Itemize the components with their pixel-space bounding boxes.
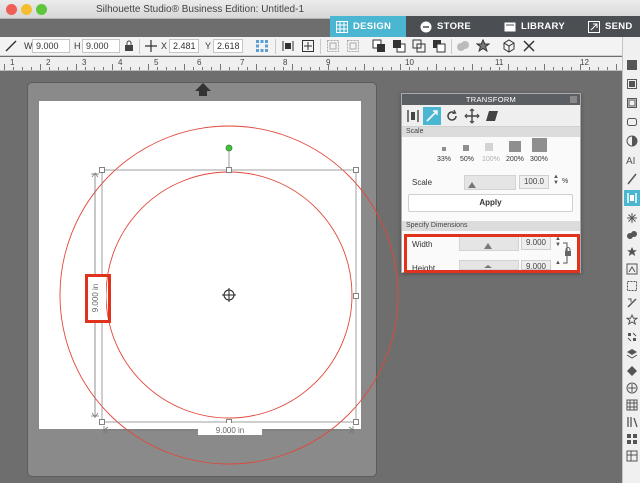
scale-stepper-icon[interactable]: ▲ ▼ [553,174,559,186]
scale-300-button[interactable] [532,138,547,152]
scale-slider[interactable] [464,175,516,190]
rotate-tab-icon[interactable] [443,107,461,125]
rotate-handle[interactable] [225,144,233,152]
center-crosshair-icon [222,288,236,302]
scale-section-header: Scale [402,127,580,137]
apply-button[interactable]: Apply [408,194,573,212]
resize-handle-top-right[interactable] [353,167,359,173]
close-icon[interactable] [570,96,577,103]
resize-handle-top-left[interactable] [99,167,105,173]
scale-unit: % [562,178,569,185]
scale-value-input[interactable]: 100.0 [519,175,549,189]
move-tab-icon[interactable] [463,107,481,125]
resize-handle-right[interactable] [353,293,359,299]
scale-50-label: 50% [460,156,475,163]
scale-100-label: 100% [482,156,500,163]
scale-100-button[interactable] [485,143,493,151]
shear-tab-icon[interactable] [483,107,501,125]
slider-thumb[interactable] [468,182,476,188]
align-tab-icon[interactable] [404,107,422,125]
scale-33-label: 33% [437,156,452,163]
scale-presets: 33% 50% 100% 200% 300% [402,137,580,173]
panel-tabs [402,105,580,127]
scale-50-button[interactable] [463,145,469,151]
resize-handle-top[interactable] [226,167,232,173]
width-dimension-label: 9.000 in [216,426,244,435]
scale-200-button[interactable] [509,141,521,152]
resize-handle-bottom-right[interactable] [353,419,359,425]
scale-300-label: 300% [530,156,548,163]
panel-header: TRANSFORM [402,94,580,105]
scale-33-button[interactable] [442,147,446,151]
dimensions-highlight [404,234,580,273]
scale-tab[interactable] [423,107,441,125]
panel-title: TRANSFORM [465,95,517,104]
dimensions-section-header: Specify Dimensions [402,221,580,231]
scale-label: Scale [412,178,433,187]
scale-row: Scale 100.0 ▲ ▼ % [402,173,580,196]
scale-tab-icon [426,110,438,122]
resize-handle-bottom-left[interactable] [99,419,105,425]
height-dimension-highlight [85,274,111,323]
scale-200-label: 200% [506,156,524,163]
